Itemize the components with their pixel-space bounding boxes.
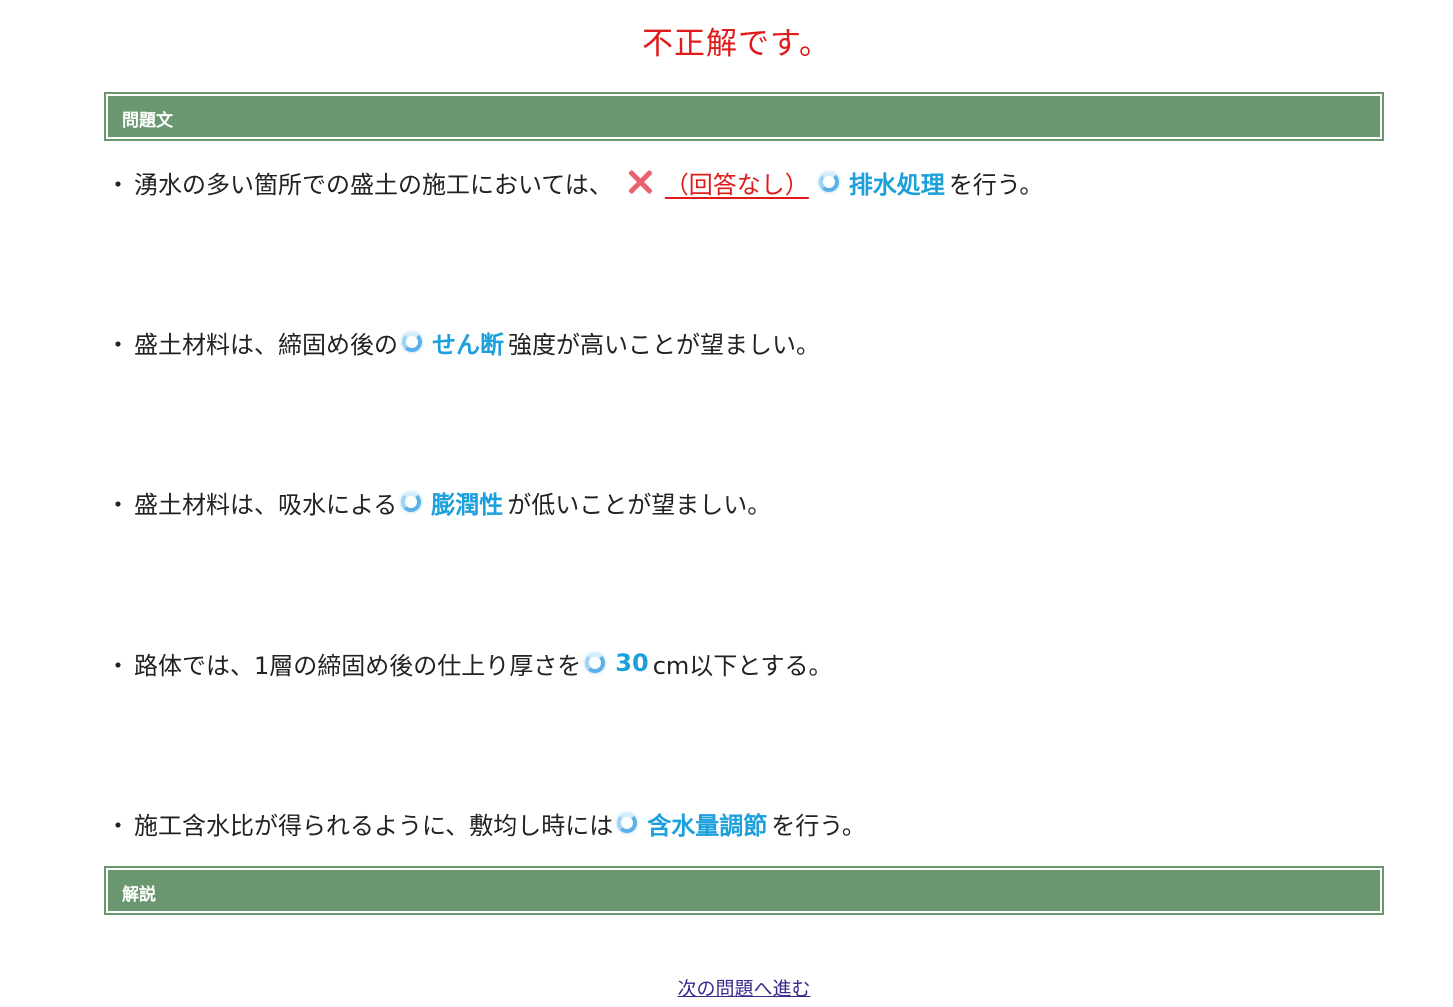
ring-icon (401, 492, 422, 512)
question-text-before: 盛土材料は、締固め後の (134, 330, 398, 359)
question-text-before: 湧水の多い箇所での盛土の施工においては、 (134, 170, 613, 199)
ring-icon (402, 332, 422, 352)
bullet: ・ (106, 170, 130, 199)
correct-answer: 含水量調節 (647, 811, 768, 840)
question-text-after: を行う。 (948, 170, 1044, 199)
user-answer: （回答なし） (664, 170, 809, 199)
bullet: ・ (106, 811, 130, 840)
bullet: ・ (106, 330, 130, 359)
question-text-after: を行う。 (771, 811, 866, 840)
question-text-before: 施工含水比が得られるように、敷均し時には (134, 811, 614, 840)
explanation-section-label: 解説 (122, 885, 156, 905)
question-section-label: 問題文 (122, 111, 173, 131)
result-title: 不正解です。 (642, 26, 831, 62)
next-question-link[interactable]: 次の問題へ進む (0, 974, 1453, 1001)
question-section-header: 問題文 (104, 92, 1384, 141)
question-item-5: ・ 施工含水比が得られるように、敷均し時には 含水量調節 を行う。 (106, 805, 866, 841)
correct-answer: 排水処理 (848, 170, 945, 199)
correct-answer: 膨潤性 (431, 490, 504, 519)
ring-icon (585, 653, 606, 673)
correct-answer: せん断 (432, 330, 504, 359)
cross-icon (627, 169, 653, 195)
question-item-1: ・ 湧水の多い箇所での盛土の施工においては、 （回答なし） 排水処理 を行う。 (106, 164, 1043, 200)
question-text-after: が低いことが望ましい。 (507, 490, 772, 519)
question-text-before: 盛土材料は、吸水による (134, 490, 398, 519)
explanation-section-header: 解説 (104, 866, 1384, 915)
question-text-before: 路体では、1層の締固め後の仕上り厚さを (134, 651, 582, 680)
question-text-after: 強度が高いことが望ましい。 (508, 330, 820, 359)
question-item-3: ・ 盛土材料は、吸水による 膨潤性 が低いことが望ましい。 (106, 484, 771, 520)
question-item-2: ・ 盛土材料は、締固め後の せん断 強度が高いことが望ましい。 (106, 324, 820, 360)
bullet: ・ (106, 490, 130, 519)
question-item-4: ・ 路体では、1層の締固め後の仕上り厚さを 30 cm以下とする。 (106, 645, 833, 681)
question-text-after: cm以下とする。 (652, 651, 833, 680)
bullet: ・ (106, 651, 130, 680)
ring-icon (617, 813, 638, 833)
correct-answer: 30 (615, 649, 649, 677)
ring-icon (818, 172, 839, 192)
